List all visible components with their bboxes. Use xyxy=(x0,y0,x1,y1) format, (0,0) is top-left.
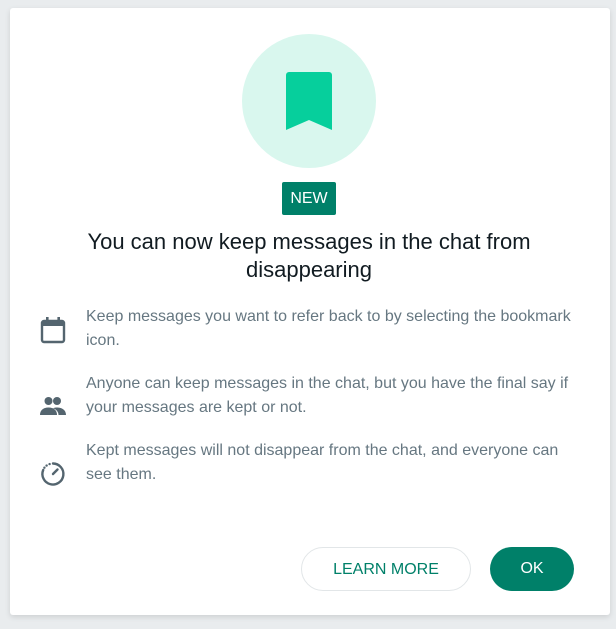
bookmark-icon xyxy=(286,72,332,130)
feature-text: Anyone can keep messages in the chat, bu… xyxy=(86,375,569,416)
feature-text: Keep messages you want to refer back to … xyxy=(86,308,571,349)
dialog-title: You can now keep messages in the chat fr… xyxy=(87,229,531,282)
hero-circle xyxy=(242,34,376,168)
learn-more-button[interactable]: LEARN MORE xyxy=(301,547,471,591)
disappearing-timer-icon xyxy=(38,459,68,489)
calendar-icon xyxy=(38,315,68,345)
feature-text: Kept messages will not disappear from th… xyxy=(86,442,559,483)
people-icon xyxy=(38,392,68,422)
keep-messages-dialog: NEW You can now keep messages in the cha… xyxy=(10,8,610,615)
new-badge: NEW xyxy=(282,182,336,215)
ok-button[interactable]: OK xyxy=(490,547,574,591)
